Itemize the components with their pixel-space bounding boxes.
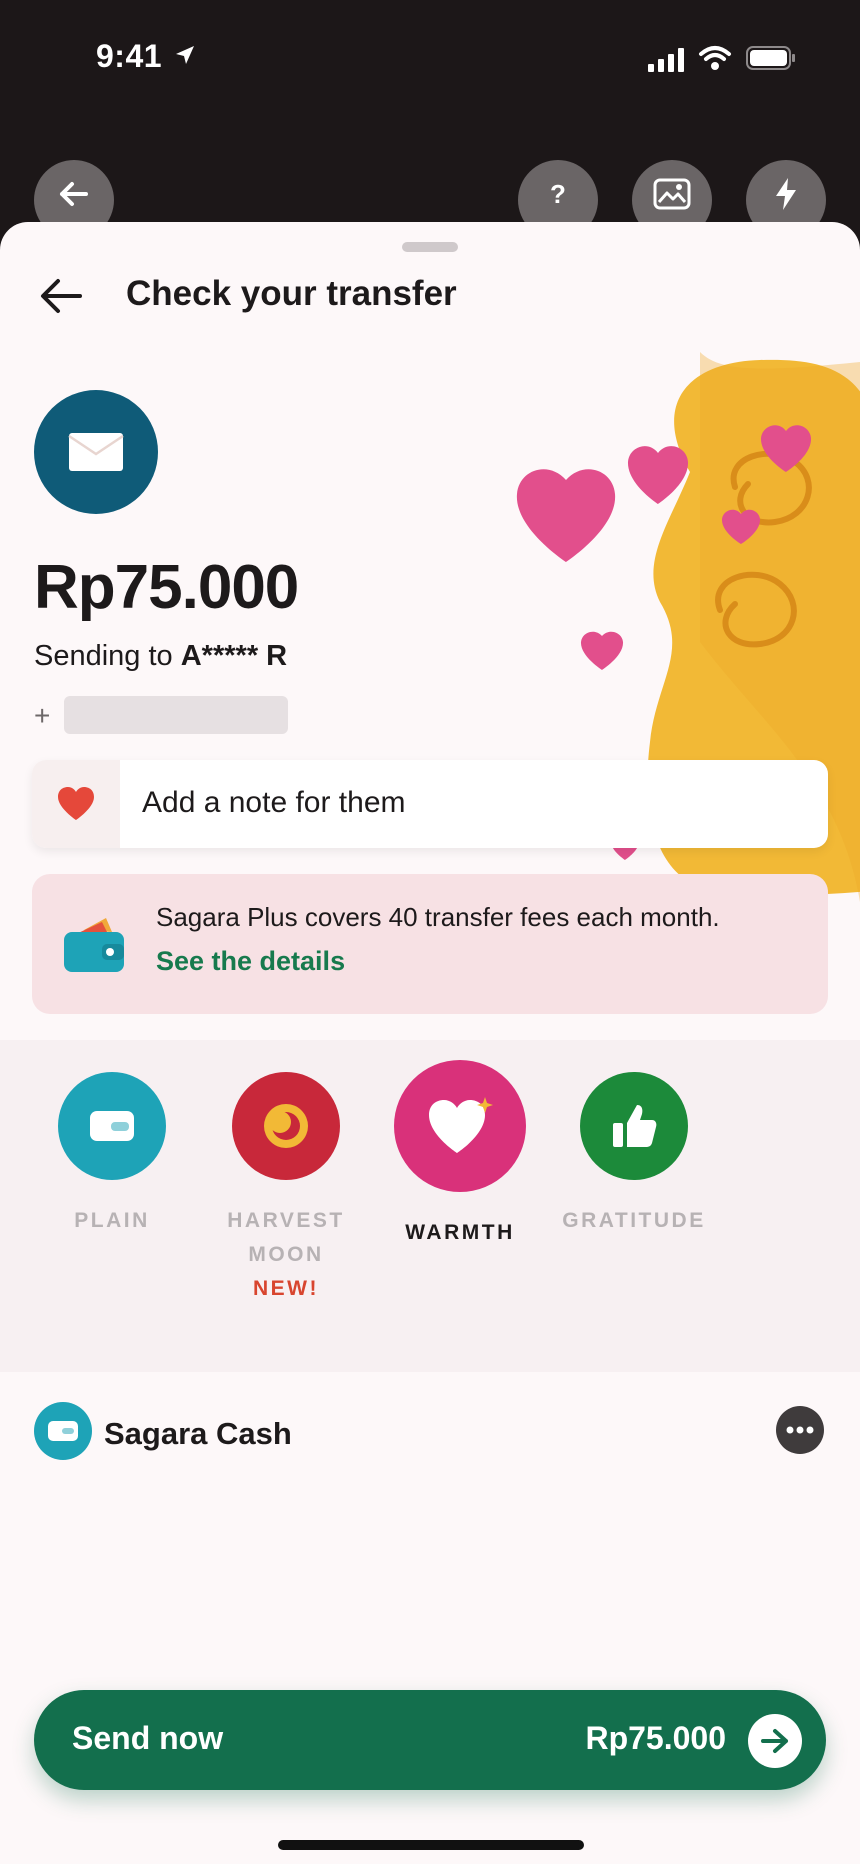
back-arrow-icon[interactable]	[38, 276, 84, 316]
home-indicator	[278, 1840, 584, 1850]
redacted-detail	[64, 696, 288, 734]
heart-icon	[58, 787, 94, 820]
lightning-icon	[776, 178, 796, 210]
theme-selector: PLAIN HARVEST MOON NEW! WARMTH GRATITUDE	[0, 1040, 860, 1372]
payment-source-label: Sagara Cash	[104, 1416, 292, 1451]
send-now-button[interactable]: Send now Rp75.000	[34, 1690, 826, 1790]
new-badge: NEW!	[253, 1277, 319, 1300]
note-field[interactable]: Add a note for them	[32, 760, 828, 848]
status-bar: 9:41	[0, 0, 860, 110]
theme-warmth-circle	[394, 1060, 526, 1192]
sheet-grabber[interactable]	[402, 242, 458, 252]
theme-warmth[interactable]: WARMTH	[380, 1060, 540, 1250]
theme-harvest-moon-circle	[232, 1072, 340, 1180]
theme-plain-circle	[58, 1072, 166, 1180]
help-icon: ?	[550, 178, 566, 209]
send-now-label: Send now	[72, 1720, 224, 1756]
moon-icon	[264, 1104, 308, 1148]
gallery-icon	[653, 178, 691, 210]
theme-label: PLAIN	[74, 1209, 150, 1232]
back-arrow-icon	[60, 182, 88, 206]
theme-label: WARMTH	[405, 1221, 515, 1244]
plus-promo-banner[interactable]: Sagara Plus covers 40 transfer fees each…	[32, 874, 828, 1014]
wallet-icon	[64, 918, 124, 972]
note-heart-box	[32, 760, 120, 848]
theme-gratitude[interactable]: GRATITUDE	[554, 1072, 714, 1238]
arrow-right-icon	[748, 1714, 802, 1768]
signal-icon	[648, 48, 684, 72]
cash-card-icon	[34, 1402, 92, 1460]
theme-gratitude-circle	[580, 1072, 688, 1180]
more-options-button[interactable]	[776, 1406, 824, 1454]
heart-icon	[429, 1097, 493, 1153]
recipient-name: A***** R	[180, 640, 288, 672]
status-time: 9:41	[96, 38, 163, 74]
more-icon	[786, 1426, 814, 1434]
envelope-avatar	[34, 390, 158, 514]
plus-sign: +	[34, 700, 51, 731]
thumbs-up-icon	[613, 1105, 657, 1147]
page-title: Check your transfer	[126, 274, 457, 313]
theme-plain[interactable]: PLAIN	[32, 1072, 192, 1238]
envelope-icon	[68, 433, 124, 471]
theme-harvest-moon[interactable]: HARVEST MOON NEW!	[206, 1072, 366, 1306]
location-arrow-icon	[176, 46, 194, 64]
theme-label: HARVEST MOON	[227, 1209, 345, 1266]
transfer-sheet: Check your transfer Rp75.000 Sending to …	[0, 222, 860, 1864]
transfer-amount: Rp75.000	[34, 553, 299, 622]
theme-label: GRATITUDE	[562, 1209, 706, 1232]
payment-source[interactable]: Sagara Cash	[0, 1382, 860, 1502]
send-amount: Rp75.000	[585, 1720, 726, 1756]
see-details-link[interactable]: See the details	[156, 946, 345, 977]
note-placeholder: Add a note for them	[142, 786, 406, 819]
promo-text: Sagara Plus covers 40 transfer fees each…	[156, 902, 720, 932]
sending-prefix: Sending to	[34, 640, 181, 672]
recipient-line: Sending to A***** R	[34, 640, 287, 673]
battery-icon	[746, 46, 795, 70]
wifi-icon	[699, 46, 731, 70]
card-icon	[90, 1111, 134, 1141]
